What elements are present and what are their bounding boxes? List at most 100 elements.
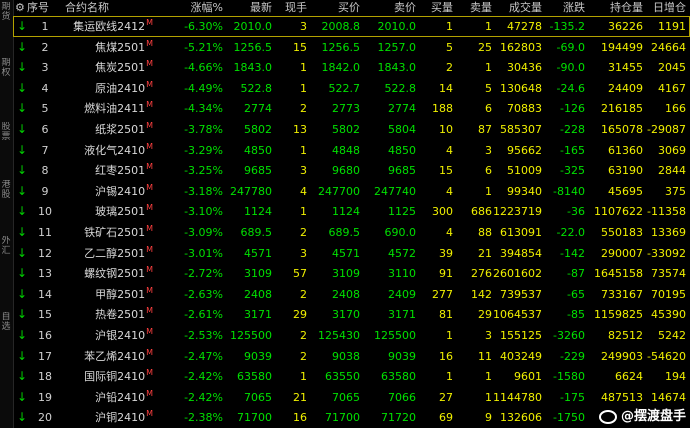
table-row[interactable]: ↓ 20 沪铜2410M -2.38% 71700 16 71700 71720 69 9 1326… <box>13 407 690 428</box>
cell-change: -142 <box>560 246 585 260</box>
table-row[interactable]: ↓ 7 液化气2410M -3.29% 4850 1 4848 4850 4 3 95662 -165… <box>13 140 690 161</box>
header-ask[interactable]: 卖价 <box>394 0 416 15</box>
table-row[interactable]: ↓ 10 玻璃2501M -3.10% 1124 1 1124 1125 300 686 12237… <box>13 201 690 222</box>
contract-name-cell[interactable]: 玻璃2501M <box>95 201 153 222</box>
contract-name-cell[interactable]: 螺纹钢2501M <box>84 263 153 284</box>
table-row[interactable]: ↓ 19 沪铅2410M -2.42% 7065 21 7065 7066 27 1 1144780… <box>13 387 690 408</box>
cell-vol-now: 3 <box>300 20 307 33</box>
table-row[interactable]: ↓ 2 焦煤2501M -5.21% 1256.5 15 1256.5 1257.0 5 25 16… <box>13 37 690 58</box>
side-tab[interactable]: 期货 <box>0 2 12 42</box>
contract-name-cell[interactable]: 焦煤2501M <box>95 37 153 58</box>
cell-last: 1256.5 <box>233 40 273 54</box>
cell-contract-name: 热卷2501 <box>95 308 146 322</box>
table-row[interactable]: ↓ 14 甲醇2501M -2.63% 2408 2 2408 2409 277 142 73953… <box>13 284 690 305</box>
cell-vol-now: 29 <box>293 308 307 322</box>
contract-name-cell[interactable]: 沪锡2410M <box>95 181 153 202</box>
side-tab[interactable]: 港股 <box>0 180 12 220</box>
cell-bid-vol: 27 <box>439 390 453 404</box>
contract-name-cell[interactable]: 液化气2410M <box>84 140 153 161</box>
cell-volume: 162803 <box>500 40 542 54</box>
weibo-icon <box>598 409 617 424</box>
table-row[interactable]: ↓ 15 热卷2501M -2.61% 3171 29 3170 3171 81 29 106453… <box>13 304 690 325</box>
cell-seq: 10 <box>38 205 52 219</box>
header-name[interactable]: 合约名称 <box>65 0 109 15</box>
contract-name-cell[interactable]: 乙二醇2501M <box>84 243 153 264</box>
cell-change: -1580 <box>553 370 585 384</box>
contract-name-cell[interactable]: 热卷2501M <box>95 304 153 325</box>
cell-contract-name: 焦炭2501 <box>95 61 146 75</box>
cell-vol-now: 21 <box>293 390 307 404</box>
contract-name-cell[interactable]: 沪铅2410M <box>95 387 153 408</box>
header-bid-vol[interactable]: 买量 <box>431 0 453 15</box>
table-row[interactable]: ↓ 9 沪锡2410M -3.18% 247780 4 247700 247740 4 1 9934… <box>13 181 690 202</box>
left-tab-strip: 期货期权股票港股外汇自选 <box>0 0 14 428</box>
cell-volume: 51009 <box>507 164 542 178</box>
side-tab[interactable]: 外汇 <box>0 236 12 276</box>
contract-name-cell[interactable]: 国际铜2410M <box>84 366 153 387</box>
table-row[interactable]: ↓ 3 焦炭2501M -4.66% 1843.0 1 1842.0 1843.0 2 1 3043… <box>13 57 690 78</box>
contract-name-cell[interactable]: 沪银2410M <box>95 325 153 346</box>
cell-seq: 12 <box>38 246 52 260</box>
header-daily-oi[interactable]: 日增仓 <box>653 0 686 15</box>
cell-daily-oi: 3069 <box>658 143 686 157</box>
cell-change: -90.0 <box>556 61 585 75</box>
header-change-pct[interactable]: 涨幅% <box>191 0 223 15</box>
header-volume[interactable]: 成交量 <box>509 0 542 15</box>
header-vol-now[interactable]: 现手 <box>285 0 307 15</box>
table-row[interactable]: ↓ 18 国际铜2410M -2.42% 63580 1 63550 63580 1 1 9601-… <box>13 366 690 387</box>
cell-vol-now: 1 <box>300 61 307 75</box>
cell-bid-vol: 10 <box>439 123 453 136</box>
contract-name-cell[interactable]: 苯乙烯2410M <box>84 346 153 367</box>
header-open-interest[interactable]: 持仓量 <box>610 0 643 15</box>
contract-name-cell[interactable]: 红枣2501M <box>95 160 153 181</box>
side-tab[interactable]: 股票 <box>0 122 12 162</box>
quote-board: ⚙ 序号 合约名称 涨幅% 最新 现手 买价 卖价 买量 卖量 成交量 涨跌 持… <box>13 0 690 428</box>
cell-bid-vol: 91 <box>439 267 453 281</box>
header-ask-vol[interactable]: 卖量 <box>470 0 492 15</box>
contract-name-cell[interactable]: 集运欧线2412M <box>73 16 153 37</box>
main-contract-marker: M <box>146 388 153 398</box>
cell-daily-oi: 375 <box>665 184 686 198</box>
table-row[interactable]: ↓ 8 红枣2501M -3.25% 9685 3 9680 9685 15 6 51009 -325… <box>13 160 690 181</box>
cell-seq: 2 <box>41 40 49 54</box>
side-tab[interactable]: 期权 <box>0 58 12 98</box>
contract-name-cell[interactable]: 原油2410M <box>95 78 153 99</box>
cell-change-pct: -4.34% <box>184 102 223 116</box>
table-row[interactable]: ↓ 16 沪银2410M -2.53% 125500 2 125430 125500 1 3 155… <box>13 325 690 346</box>
table-row[interactable]: ↓ 4 原油2410M -4.49% 522.8 1 522.7 522.8 14 5 130648… <box>13 78 690 99</box>
contract-name-cell[interactable]: 沪铜2410M <box>95 407 153 428</box>
table-row[interactable]: ↓ 1 集运欧线2412M -6.30% 2010.0 3 2008.8 2010.0 1 1 47… <box>13 16 690 37</box>
cell-ask-vol: 87 <box>478 123 492 136</box>
cell-seq: 19 <box>38 390 52 404</box>
contract-name-cell[interactable]: 纸浆2501M <box>95 119 153 140</box>
cell-last: 125500 <box>230 329 272 342</box>
down-arrow-icon: ↓ <box>17 122 28 136</box>
side-tab[interactable]: 自选 <box>0 312 12 352</box>
cell-vol-now: 3 <box>300 246 307 260</box>
cell-ask: 7066 <box>388 390 416 404</box>
header-bid[interactable]: 买价 <box>338 0 360 15</box>
cell-change-pct: -3.78% <box>184 123 223 136</box>
main-contract-marker: M <box>146 327 153 336</box>
table-row[interactable]: ↓ 17 苯乙烯2410M -2.47% 9039 2 9038 9039 16 11 403249… <box>13 346 690 367</box>
contract-name-cell[interactable]: 甲醇2501M <box>95 284 153 305</box>
header-seq[interactable]: 序号 <box>27 0 49 15</box>
settings-gear-icon[interactable]: ⚙ <box>15 0 25 15</box>
table-row[interactable]: ↓ 11 铁矿石2501M -3.09% 689.5 2 689.5 690.0 4 88 6130… <box>13 222 690 243</box>
main-contract-marker: M <box>146 59 153 69</box>
contract-name-cell[interactable]: 焦炭2501M <box>95 57 153 78</box>
table-row[interactable]: ↓ 13 螺纹钢2501M -2.72% 3109 57 3109 3110 91 276 2601… <box>13 263 690 284</box>
header-last[interactable]: 最新 <box>250 0 272 15</box>
table-row[interactable]: ↓ 5 燃料油2411M -4.34% 2774 2 2773 2774 188 6 70883 -1… <box>13 98 690 119</box>
table-row[interactable]: ↓ 12 乙二醇2501M -3.01% 4571 3 4571 4572 39 21 394854… <box>13 243 690 264</box>
cell-bid-vol: 81 <box>439 308 453 322</box>
table-row[interactable]: ↓ 6 纸浆2501M -3.78% 5802 13 5802 5804 10 87 585307 -… <box>13 119 690 140</box>
cell-vol-now: 13 <box>293 123 307 136</box>
cell-ask-vol: 686 <box>471 205 492 219</box>
contract-name-cell[interactable]: 燃料油2411M <box>84 98 153 119</box>
cell-last: 4571 <box>244 246 272 260</box>
cell-change-pct: -2.38% <box>184 411 223 425</box>
contract-name-cell[interactable]: 铁矿石2501M <box>84 222 153 243</box>
cell-volume: 394854 <box>500 246 542 260</box>
header-change[interactable]: 涨跌 <box>563 0 585 15</box>
